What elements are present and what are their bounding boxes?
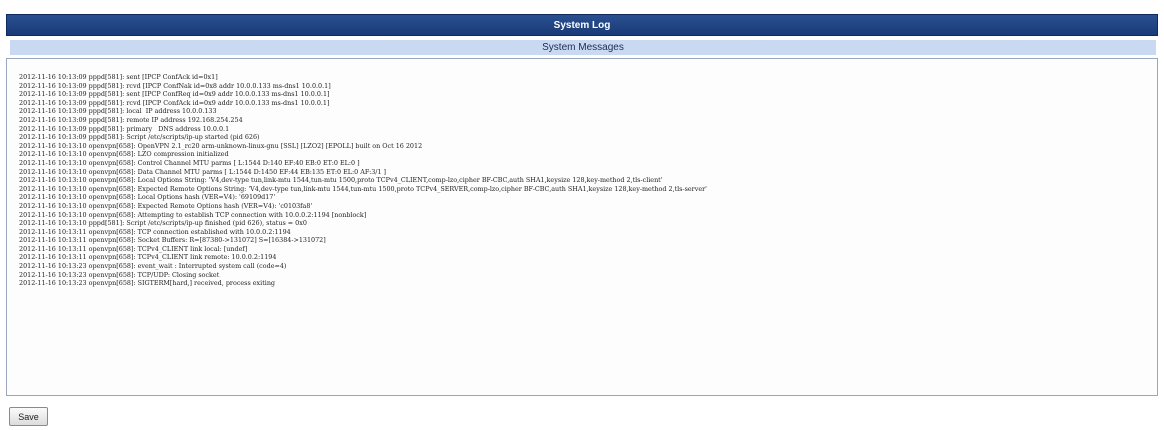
log-line: 2012-11-16 10:13:10 openvpn[658]: LZO co… [19,150,229,159]
section-header: System Messages [10,40,1156,55]
page-title: System Log [6,14,1158,36]
save-button[interactable]: Save [9,407,48,426]
log-line: 2012-11-16 10:13:23 openvpn[658]: SIGTER… [19,279,276,288]
log-line: 2012-11-16 10:13:11 openvpn[658]: Socket… [19,236,326,245]
log-line: 2012-11-16 10:13:09 pppd[581]: rcvd [IPC… [19,81,331,90]
log-line: 2012-11-16 10:13:10 openvpn[658]: Expect… [19,184,707,193]
log-line: 2012-11-16 10:13:23 openvpn[658]: event_… [19,262,287,271]
log-line: 2012-11-16 10:13:09 pppd[581]: rcvd [IPC… [19,98,330,107]
system-log-page: System Log System Messages 2012-11-16 10… [0,0,1164,430]
log-line: 2012-11-16 10:13:10 openvpn[658]: Expect… [19,201,313,210]
log-line: 2012-11-16 10:13:09 pppd[581]: sent [IPC… [19,90,330,99]
log-line: 2012-11-16 10:13:09 pppd[581]: remote IP… [19,115,243,124]
log-text-area[interactable]: 2012-11-16 10:13:09 pppd[581]: sent [IPC… [6,58,1158,396]
log-line: 2012-11-16 10:13:10 openvpn[658]: OpenVP… [19,141,423,150]
log-lines: 2012-11-16 10:13:09 pppd[581]: sent [IPC… [19,73,1157,288]
log-line: 2012-11-16 10:13:10 openvpn[658]: Data C… [19,167,387,176]
log-line: 2012-11-16 10:13:23 openvpn[658]: TCP/UD… [19,270,220,279]
log-line: 2012-11-16 10:13:11 openvpn[658]: TCP co… [19,227,291,236]
page-title-text: System Log [553,19,611,31]
log-line: 2012-11-16 10:13:11 openvpn[658]: TCPv4_… [19,244,248,253]
log-line: 2012-11-16 10:13:09 pppd[581]: Script /e… [19,133,260,142]
log-line: 2012-11-16 10:13:10 pppd[581]: Script /e… [19,219,307,228]
log-line: 2012-11-16 10:13:11 openvpn[658]: TCPv4_… [19,253,277,262]
log-line: 2012-11-16 10:13:09 pppd[581]: sent [IPC… [19,73,218,81]
log-line: 2012-11-16 10:13:10 openvpn[658]: Local … [19,193,276,202]
log-line: 2012-11-16 10:13:10 openvpn[658]: Local … [19,176,663,185]
log-line: 2012-11-16 10:13:10 openvpn[658]: Attemp… [19,210,367,219]
log-line: 2012-11-16 10:13:09 pppd[581]: local IP … [19,107,217,116]
log-line: 2012-11-16 10:13:10 openvpn[658]: Contro… [19,158,360,167]
section-header-text: System Messages [542,42,624,53]
log-line: 2012-11-16 10:13:09 pppd[581]: primary D… [19,124,230,133]
